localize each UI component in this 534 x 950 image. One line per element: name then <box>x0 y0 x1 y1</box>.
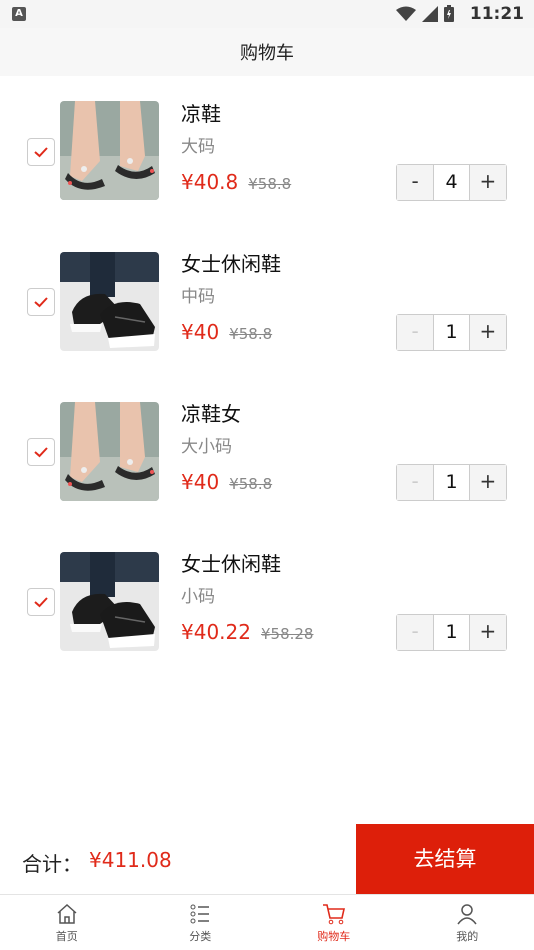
product-name: 凉鞋 <box>181 102 221 126</box>
tab-mine[interactable]: 我的 <box>401 895 534 950</box>
wifi-icon <box>396 6 416 21</box>
product-image[interactable] <box>60 101 159 200</box>
product-name: 凉鞋女 <box>181 402 241 426</box>
original-price: ¥58.8 <box>248 175 292 193</box>
increment-button[interactable]: + <box>469 165 507 200</box>
total-value: ¥411.08 <box>89 848 172 872</box>
item-checkbox[interactable] <box>27 138 55 166</box>
item-checkbox[interactable] <box>27 588 55 616</box>
increment-button[interactable]: + <box>469 315 507 350</box>
decrement-button[interactable]: - <box>397 465 434 500</box>
signal-icon <box>422 5 438 22</box>
checkmark-icon <box>34 447 48 458</box>
product-name: 女士休闲鞋 <box>181 552 281 576</box>
item-checkbox[interactable] <box>27 288 55 316</box>
checkmark-icon <box>34 297 48 308</box>
cart-item: 凉鞋女 大小码 ¥40 ¥58.8 - 1 + <box>0 390 534 520</box>
sneaker-image <box>60 252 159 351</box>
product-price: ¥40 <box>181 470 220 494</box>
checkout-button[interactable]: 去结算 <box>356 824 534 894</box>
product-image[interactable] <box>60 252 159 351</box>
tab-category[interactable]: 分类 <box>134 895 268 950</box>
sneaker-image <box>60 552 159 651</box>
sandal-image <box>60 402 159 501</box>
decrement-button[interactable]: - <box>397 165 434 200</box>
decrement-button[interactable]: - <box>397 315 434 350</box>
product-spec: 大码 <box>181 137 215 157</box>
original-price: ¥58.8 <box>229 475 273 493</box>
cart-icon <box>322 904 345 925</box>
cart-footer: 合计： ¥411.08 去结算 <box>0 824 534 894</box>
original-price: ¥58.28 <box>260 625 314 643</box>
product-image[interactable] <box>60 552 159 651</box>
cart-item: 女士休闲鞋 小码 ¥40.22 ¥58.28 - 1 + <box>0 540 534 670</box>
status-icons <box>396 5 454 22</box>
checkmark-icon <box>34 147 48 158</box>
tab-label: 首页 <box>55 930 78 943</box>
tab-label: 我的 <box>456 930 479 943</box>
home-icon <box>57 903 77 924</box>
increment-button[interactable]: + <box>469 465 507 500</box>
product-image[interactable] <box>60 402 159 501</box>
status-bar: A 11:21 <box>0 0 534 28</box>
battery-icon <box>444 5 454 22</box>
tab-cart[interactable]: 购物车 <box>267 895 401 950</box>
product-spec: 小码 <box>181 587 215 607</box>
quantity-value[interactable]: 4 <box>433 165 470 200</box>
quantity-value[interactable]: 1 <box>433 465 470 500</box>
bottom-tab-bar: 首页 分类 购物车 我的 <box>0 894 534 950</box>
product-price: ¥40.22 <box>181 620 251 644</box>
category-list-icon <box>190 904 210 924</box>
increment-button[interactable]: + <box>469 615 507 650</box>
decrement-button[interactable]: - <box>397 615 434 650</box>
checkmark-icon <box>34 597 48 608</box>
product-spec: 中码 <box>181 287 215 307</box>
quantity-stepper: - 1 + <box>396 314 507 351</box>
quantity-value[interactable]: 1 <box>433 315 470 350</box>
tab-label: 购物车 <box>317 930 351 943</box>
tab-home[interactable]: 首页 <box>0 895 134 950</box>
sandal-image <box>60 101 159 200</box>
cart-item: 女士休闲鞋 中码 ¥40 ¥58.8 - 1 + <box>0 240 534 370</box>
page-title: 购物车 <box>240 43 294 64</box>
quantity-stepper: - 1 + <box>396 464 507 501</box>
nav-header: 购物车 <box>0 28 534 76</box>
quantity-stepper: - 1 + <box>396 614 507 651</box>
product-spec: 大小码 <box>181 437 232 457</box>
quantity-value[interactable]: 1 <box>433 615 470 650</box>
product-price: ¥40.8 <box>181 170 239 194</box>
tab-label: 分类 <box>189 930 212 943</box>
cart-item: 凉鞋 大码 ¥40.8 ¥58.8 - 4 + <box>0 90 534 220</box>
total-label: 合计： <box>22 852 82 876</box>
app-notification-icon: A <box>12 7 26 21</box>
product-price: ¥40 <box>181 320 220 344</box>
status-time: 11:21 <box>469 4 524 24</box>
quantity-stepper: - 4 + <box>396 164 507 201</box>
original-price: ¥58.8 <box>229 325 273 343</box>
user-icon <box>457 904 477 925</box>
item-checkbox[interactable] <box>27 438 55 466</box>
product-name: 女士休闲鞋 <box>181 252 281 276</box>
